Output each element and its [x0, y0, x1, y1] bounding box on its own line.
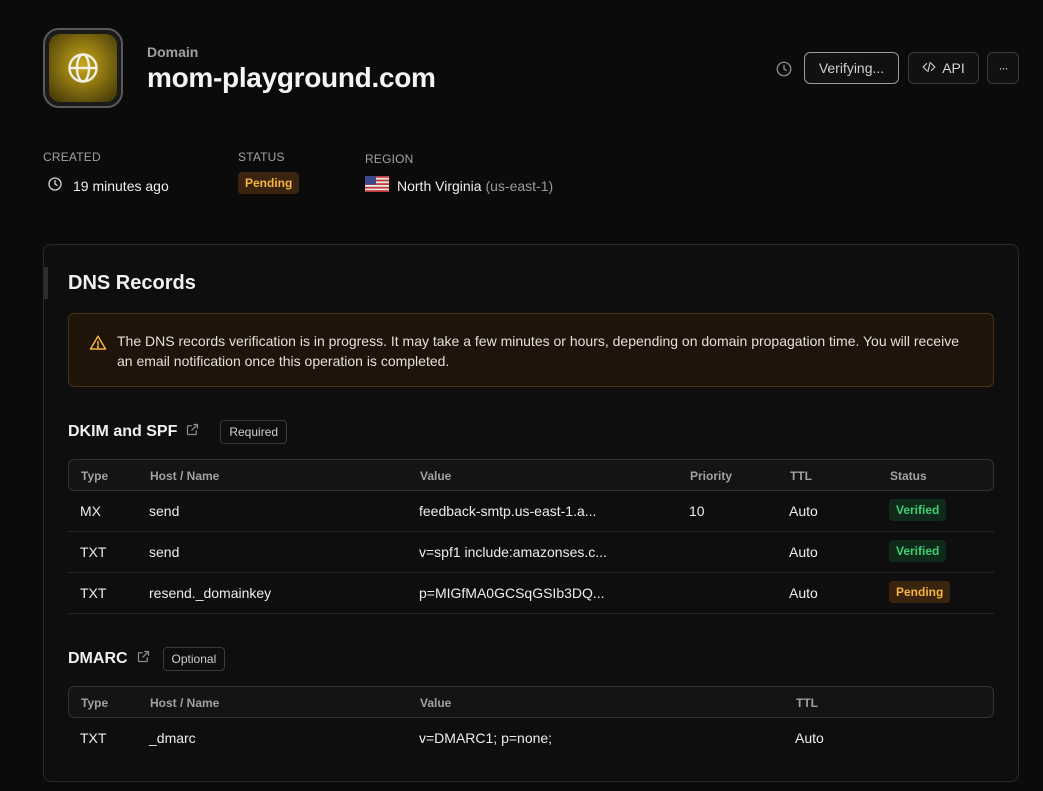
region-code: (us-east-1): [485, 177, 554, 194]
cell-value[interactable]: p=MIGfMA0GCSqGSIb3DQ...: [419, 585, 605, 601]
dmarc-table: Type Host / Name Value TTL TXT _dmarc v=…: [68, 686, 994, 759]
cell-value[interactable]: v=spf1 include:amazonses.c...: [419, 544, 607, 560]
col-ttl: TTL: [790, 469, 812, 483]
status-badge: Verified: [889, 540, 947, 562]
api-button[interactable]: API: [908, 52, 979, 84]
dmarc-section-title: DMARC Optional: [68, 647, 226, 671]
region-value: North Virginia (us-east-1): [365, 176, 553, 195]
col-type: Type: [81, 696, 109, 710]
created-value: 19 minutes ago: [47, 176, 169, 195]
dkim-table: Type Host / Name Value Priority TTL Stat…: [68, 459, 994, 614]
globe-icon: [49, 34, 117, 102]
external-link-icon[interactable]: [185, 422, 200, 442]
cell-type: MX: [80, 503, 101, 519]
dkim-section-title: DKIM and SPF Required: [68, 420, 288, 444]
status-value: Pending: [238, 172, 300, 194]
dkim-title: DKIM and SPF: [68, 423, 178, 440]
cell-ttl: Auto: [795, 730, 824, 746]
col-value: Value: [420, 469, 452, 483]
col-status: Status: [890, 469, 927, 483]
clock-icon[interactable]: [775, 60, 793, 78]
status-label: STATUS: [238, 150, 285, 164]
us-flag-icon: [365, 176, 389, 195]
card-accent: [44, 267, 48, 299]
card-title: DNS Records: [68, 272, 196, 294]
warning-icon: [89, 334, 107, 352]
status-badge: Pending: [889, 581, 951, 603]
verification-alert: The DNS records verification is in progr…: [68, 313, 994, 387]
table-row[interactable]: TXT _dmarc v=DMARC1; p=none; Auto: [68, 718, 994, 759]
table-header: Type Host / Name Value TTL: [68, 686, 994, 718]
table-header: Type Host / Name Value Priority TTL Stat…: [68, 459, 994, 491]
created-text: 19 minutes ago: [73, 177, 169, 194]
dns-records-card: DNS Records The DNS records verification…: [43, 244, 1019, 782]
cell-ttl: Auto: [789, 544, 818, 560]
verify-button-label: Verifying...: [818, 60, 885, 76]
cell-type: TXT: [80, 730, 107, 746]
more-icon: ···: [998, 61, 1009, 75]
status-badge: Pending: [238, 172, 300, 194]
cell-value[interactable]: feedback-smtp.us-east-1.a...: [419, 503, 596, 519]
cell-host[interactable]: resend._domainkey: [149, 585, 271, 601]
api-button-label: API: [942, 60, 965, 76]
cell-host[interactable]: send: [149, 503, 179, 519]
cell-priority: 10: [689, 503, 705, 519]
cell-host[interactable]: send: [149, 544, 179, 560]
region-name: North Virginia: [397, 177, 482, 194]
created-label: CREATED: [43, 150, 101, 164]
external-link-icon[interactable]: [136, 649, 151, 669]
col-value: Value: [420, 696, 452, 710]
col-ttl: TTL: [796, 696, 818, 710]
more-button[interactable]: ···: [987, 52, 1019, 84]
clock-icon: [47, 176, 63, 195]
cell-ttl: Auto: [789, 585, 818, 601]
col-priority: Priority: [690, 469, 733, 483]
verify-button[interactable]: Verifying...: [804, 52, 899, 84]
cell-type: TXT: [80, 544, 107, 560]
table-row[interactable]: TXT resend._domainkey p=MIGfMA0GCSqGSIb3…: [68, 573, 994, 614]
cell-value[interactable]: v=DMARC1; p=none;: [419, 730, 552, 746]
required-chip: Required: [220, 420, 288, 444]
dmarc-title: DMARC: [68, 650, 128, 667]
code-icon: [922, 60, 936, 77]
region-label: REGION: [365, 152, 414, 166]
cell-ttl: Auto: [789, 503, 818, 519]
col-host: Host / Name: [150, 696, 220, 710]
table-row[interactable]: MX send feedback-smtp.us-east-1.a... 10 …: [68, 491, 994, 532]
page-title: mom-playground.com: [147, 62, 436, 93]
col-host: Host / Name: [150, 469, 220, 483]
status-badge: Verified: [889, 499, 947, 521]
cell-type: TXT: [80, 585, 107, 601]
page-eyebrow: Domain: [147, 44, 199, 60]
cell-host[interactable]: _dmarc: [149, 730, 196, 746]
optional-chip: Optional: [162, 647, 226, 671]
domain-avatar: [43, 28, 123, 108]
table-row[interactable]: TXT send v=spf1 include:amazonses.c... A…: [68, 532, 994, 573]
alert-text: The DNS records verification is in progr…: [117, 333, 959, 369]
col-type: Type: [81, 469, 109, 483]
